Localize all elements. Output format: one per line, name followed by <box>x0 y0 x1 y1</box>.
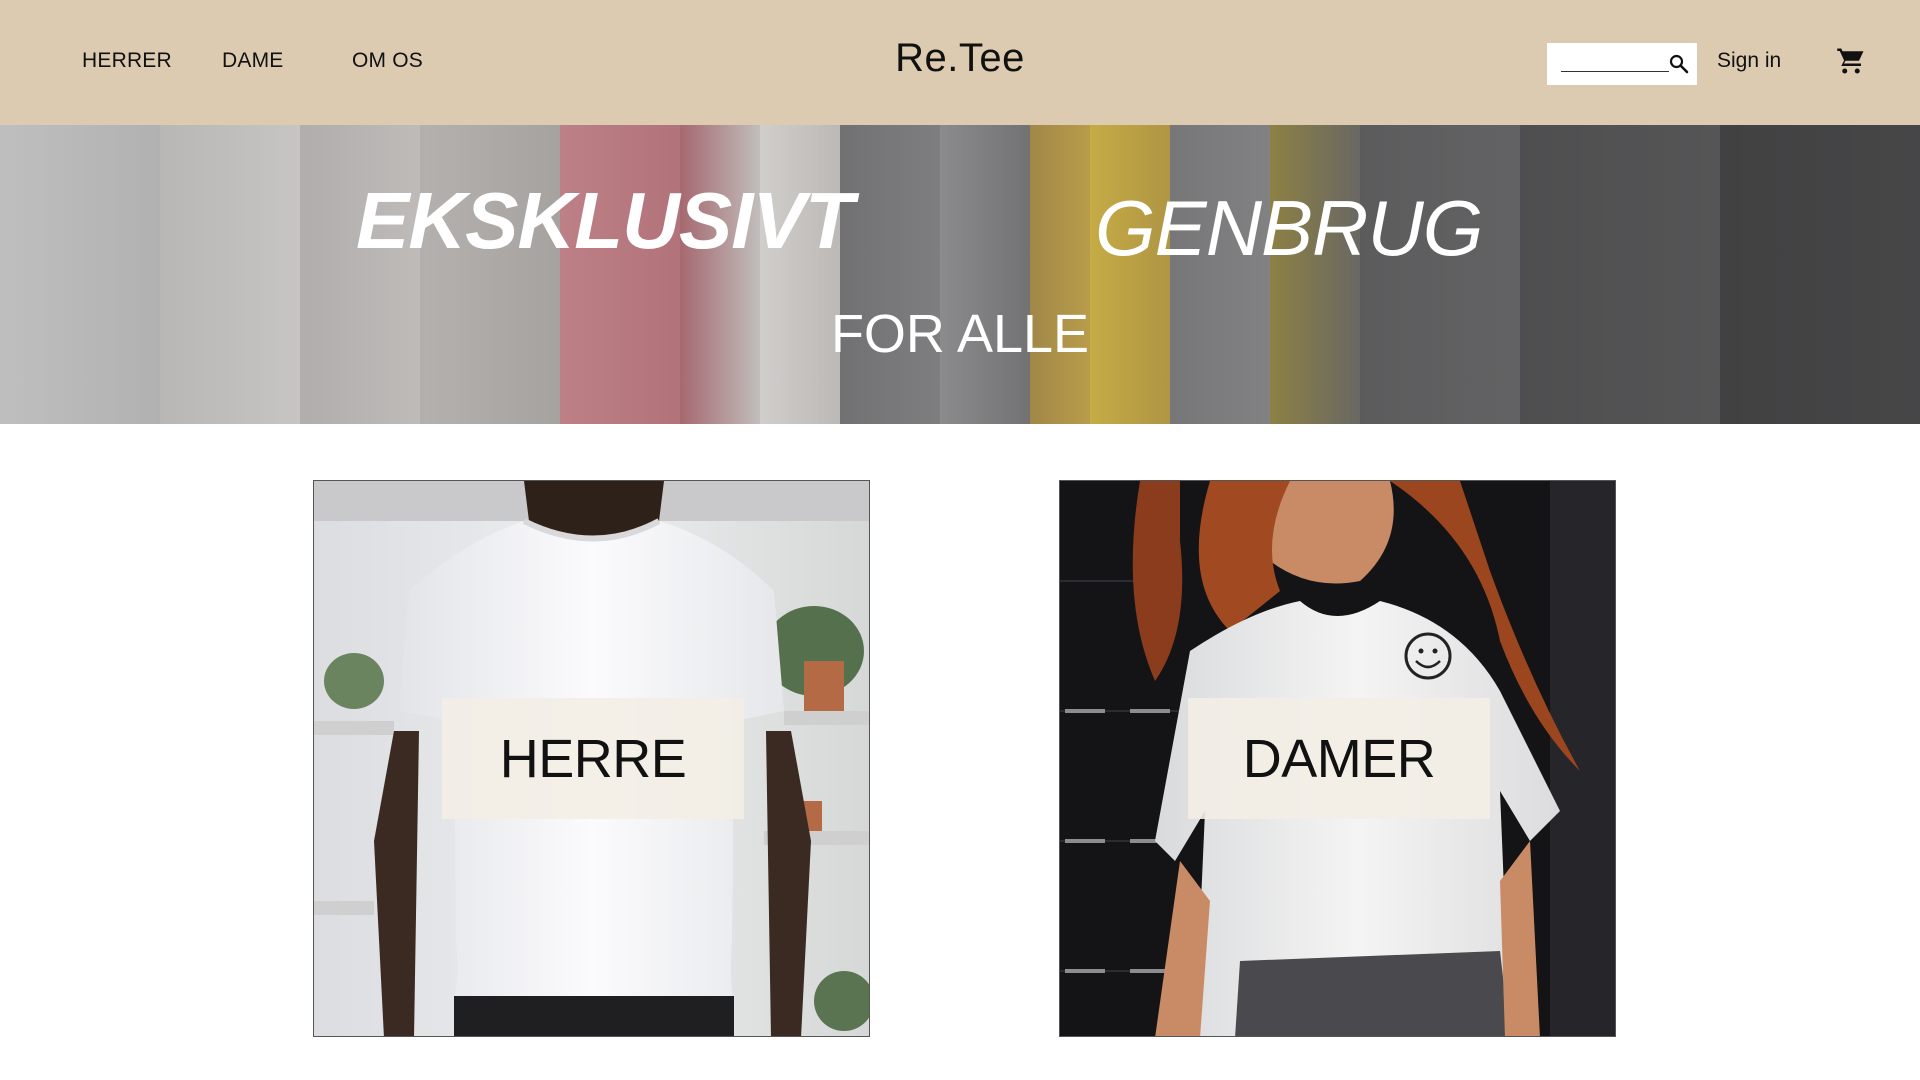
site-header: HERRER DAME OM OS Re.Tee Sign in <box>0 0 1920 125</box>
sign-in-link[interactable]: Sign in <box>1717 49 1781 73</box>
search-box <box>1547 43 1697 85</box>
category-label-damer: DAMER <box>1188 698 1490 819</box>
search-icon[interactable] <box>1667 52 1691 76</box>
category-card-herre[interactable]: HERRE <box>313 480 870 1037</box>
search-underline <box>1561 71 1669 72</box>
hero-subline: FOR ALLE <box>830 304 1090 364</box>
hero-headline-word-2: GENBRUG <box>1095 184 1483 272</box>
shopping-cart-icon[interactable] <box>1836 46 1866 76</box>
category-card-damer[interactable]: DAMER <box>1059 480 1616 1037</box>
search-input[interactable] <box>1559 51 1667 71</box>
hero-headline-word-1: EKSKLUSIVT <box>356 176 854 265</box>
category-label-herre: HERRE <box>442 698 744 819</box>
hero-banner: EKSKLUSIVT GENBRUG FOR ALLE <box>0 125 1920 424</box>
